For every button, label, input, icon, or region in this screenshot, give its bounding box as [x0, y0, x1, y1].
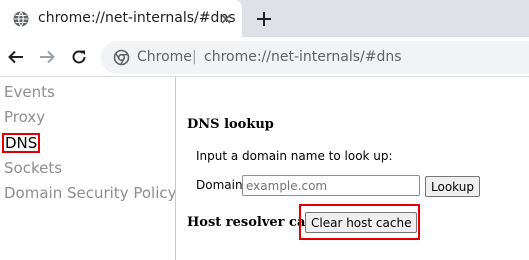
sidebar-item-dns[interactable]: DNS [2, 133, 41, 153]
omnibox-separator: | [192, 49, 197, 65]
forward-arrow-icon[interactable] [38, 48, 56, 66]
omnibox-url[interactable]: chrome://net-internals/#dns [204, 49, 402, 65]
dns-panel: DNS lookup Input a domain name to look u… [176, 77, 529, 260]
tab-title: chrome://net-internals/#dns [38, 10, 236, 26]
browser-toolbar: Chrome | chrome://net-internals/#dns [0, 37, 529, 77]
sidebar-item-domain-security-policy[interactable]: Domain Security Policy [4, 184, 177, 202]
clear-host-cache-button[interactable]: Clear host cache [305, 212, 418, 233]
reload-icon[interactable] [70, 48, 88, 66]
tab-strip: chrome://net-internals/#dns [0, 0, 529, 37]
omnibox[interactable]: Chrome | chrome://net-internals/#dns [101, 41, 529, 74]
lookup-button[interactable]: Lookup [425, 176, 480, 197]
sidebar-item-sockets[interactable]: Sockets [4, 159, 62, 177]
clear-cache-highlight: Clear host cache [299, 204, 420, 240]
domain-label: Domain: [196, 178, 247, 192]
tab-net-internals[interactable]: chrome://net-internals/#dns [0, 0, 242, 37]
dns-lookup-heading: DNS lookup [187, 117, 274, 132]
sidebar-nav: Events Proxy DNS Sockets Domain Security… [0, 77, 177, 260]
close-icon[interactable] [218, 11, 234, 27]
back-arrow-icon[interactable] [7, 48, 25, 66]
sidebar-item-events[interactable]: Events [4, 83, 55, 101]
lookup-instruction: Input a domain name to look up: [196, 149, 393, 163]
globe-icon [13, 11, 29, 27]
new-tab-icon[interactable] [255, 10, 273, 28]
sidebar-item-proxy[interactable]: Proxy [4, 108, 45, 126]
omnibox-scheme-label: Chrome [137, 49, 192, 65]
chrome-icon [113, 49, 130, 66]
domain-input[interactable] [242, 175, 420, 196]
